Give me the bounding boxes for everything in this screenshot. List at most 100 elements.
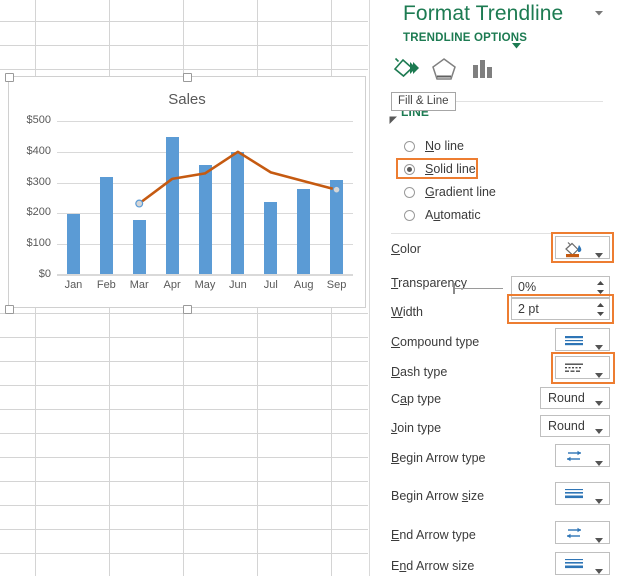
- chevron-down-icon[interactable]: [595, 424, 603, 438]
- chevron-down-icon[interactable]: [595, 531, 603, 549]
- grid-line-horizontal: [0, 553, 368, 554]
- chart-plot-area[interactable]: $0 $100 $200 $300 $400 $500 Jan Feb Mar Apr May Jun…: [27, 114, 353, 291]
- tab-trendline-options[interactable]: [467, 55, 501, 85]
- grid-line-horizontal: [0, 21, 368, 22]
- label-cap-type: Cap type: [391, 392, 442, 406]
- paint-bucket-icon: [564, 241, 584, 263]
- chevron-down-icon[interactable]: [593, 6, 605, 18]
- radio-indicator: [404, 141, 415, 152]
- chart-title[interactable]: Sales: [9, 91, 365, 108]
- grid-line-horizontal: [0, 385, 368, 386]
- radio-indicator: [404, 210, 415, 221]
- label-begin-arrow-size: Begin Arrow size: [391, 489, 485, 503]
- transparency-slider-thumb[interactable]: [453, 283, 455, 294]
- chart-trendline[interactable]: [57, 121, 353, 275]
- radio-label: Gradient line: [425, 185, 496, 199]
- label-width: Width: [391, 305, 423, 319]
- y-axis-tick-label: $0: [38, 268, 51, 280]
- trendline-selection-handle[interactable]: [135, 199, 144, 208]
- radio-indicator: [404, 187, 415, 198]
- arrow-size-icon: [564, 487, 584, 507]
- chart-resize-handle-bottom-center[interactable]: [183, 305, 192, 314]
- chevron-down-icon[interactable]: [595, 366, 603, 384]
- transparency-slider-track[interactable]: [455, 288, 503, 289]
- dash-lines-icon: [564, 361, 584, 381]
- chart-gridline: [57, 275, 353, 276]
- format-trendline-pane: Format Trendline TRENDLINE OPTIONS Fill …: [369, 0, 621, 576]
- grid-line-horizontal: [0, 337, 368, 338]
- x-axis-tick-label: Sep: [326, 279, 347, 291]
- radio-label: Solid line: [425, 162, 476, 176]
- trendline-selection-handle[interactable]: [332, 185, 341, 194]
- chart-axis-line: [57, 274, 353, 275]
- page-title: Format Trendline: [403, 2, 564, 25]
- y-axis-tick-label: $400: [26, 144, 51, 157]
- x-axis-tick-label: Feb: [96, 279, 116, 291]
- radio-indicator-selected: [404, 164, 415, 175]
- chevron-down-icon[interactable]: [595, 396, 603, 410]
- cap-type-value: Round: [548, 391, 585, 405]
- radio-label: Automatic: [425, 208, 481, 222]
- x-axis-tick-label: May: [194, 279, 216, 291]
- pane-subtitle[interactable]: TRENDLINE OPTIONS: [403, 32, 527, 44]
- label-end-arrow-type: End Arrow type: [391, 528, 476, 542]
- transparency-spinner[interactable]: [596, 279, 605, 295]
- chevron-down-icon[interactable]: [595, 246, 603, 264]
- grid-line-horizontal: [0, 45, 368, 46]
- grid-line-horizontal: [0, 457, 368, 458]
- chart-object[interactable]: Sales $0 $100 $200 $300 $400 $500 Jan Feb Mar Apr…: [8, 76, 366, 308]
- width-spinner[interactable]: [596, 301, 605, 317]
- y-axis-tick-label: $500: [26, 114, 51, 126]
- arrow-type-icon: [564, 449, 584, 469]
- x-axis-tick-label: Jul: [263, 279, 278, 291]
- compound-lines-icon: [564, 333, 584, 353]
- chart-resize-handle-bottom-left[interactable]: [5, 305, 14, 314]
- arrow-size-icon: [564, 557, 584, 577]
- begin-arrow-type-dropdown[interactable]: [555, 444, 610, 467]
- x-axis-tick-label: Aug: [293, 279, 314, 291]
- grid-line-horizontal: [0, 481, 368, 482]
- y-axis-tick-label: $200: [26, 206, 51, 219]
- grid-line-horizontal: [0, 529, 368, 530]
- label-dash-type: Dash type: [391, 365, 448, 379]
- tab-effects[interactable]: [428, 55, 462, 85]
- end-arrow-type-dropdown[interactable]: [555, 521, 610, 544]
- width-field[interactable]: 2 pt: [511, 298, 610, 320]
- chevron-down-icon[interactable]: [595, 562, 603, 580]
- arrow-type-icon: [564, 526, 584, 546]
- label-color: Color: [391, 242, 421, 256]
- tooltip-fill-line: Fill & Line: [391, 92, 456, 111]
- transparency-value: 0%: [518, 280, 537, 294]
- label-begin-arrow-type: Begin Arrow type: [391, 451, 486, 465]
- chevron-down-icon[interactable]: [595, 492, 603, 510]
- caret-down-filled-icon[interactable]: [389, 112, 398, 130]
- color-picker-button[interactable]: [555, 236, 610, 259]
- y-axis-tick-label: $300: [26, 175, 51, 188]
- grid-line-horizontal: [0, 409, 368, 410]
- chart-resize-handle-top-center[interactable]: [183, 73, 192, 82]
- label-end-arrow-size: End Arrow size: [391, 559, 475, 573]
- label-join-type: Join type: [391, 421, 442, 435]
- tab-fill-line[interactable]: [389, 55, 423, 85]
- grid-line-horizontal: [0, 505, 368, 506]
- grid-line-horizontal: [0, 69, 368, 70]
- chevron-down-icon[interactable]: [595, 454, 603, 472]
- compound-type-dropdown[interactable]: [555, 328, 610, 351]
- begin-arrow-size-dropdown[interactable]: [555, 482, 610, 505]
- end-arrow-size-dropdown[interactable]: [555, 552, 610, 575]
- join-type-value: Round: [548, 419, 585, 433]
- dash-type-dropdown[interactable]: [555, 356, 610, 379]
- grid-line-horizontal: [0, 433, 368, 434]
- cap-type-dropdown[interactable]: Round: [540, 387, 610, 409]
- radio-label: No line: [425, 139, 464, 153]
- x-axis-tick-label: Mar: [129, 279, 149, 291]
- chart-resize-handle-top-left[interactable]: [5, 73, 14, 82]
- grid-line-horizontal: [0, 361, 368, 362]
- caret-down-icon[interactable]: [511, 37, 522, 55]
- width-value: 2 pt: [518, 302, 539, 316]
- label-compound-type: Compound type: [391, 335, 480, 349]
- join-type-dropdown[interactable]: Round: [540, 415, 610, 437]
- x-axis-tick-label: Jun: [229, 279, 247, 291]
- x-axis-tick-label: Apr: [163, 279, 181, 291]
- y-axis-tick-label: $100: [26, 237, 51, 250]
